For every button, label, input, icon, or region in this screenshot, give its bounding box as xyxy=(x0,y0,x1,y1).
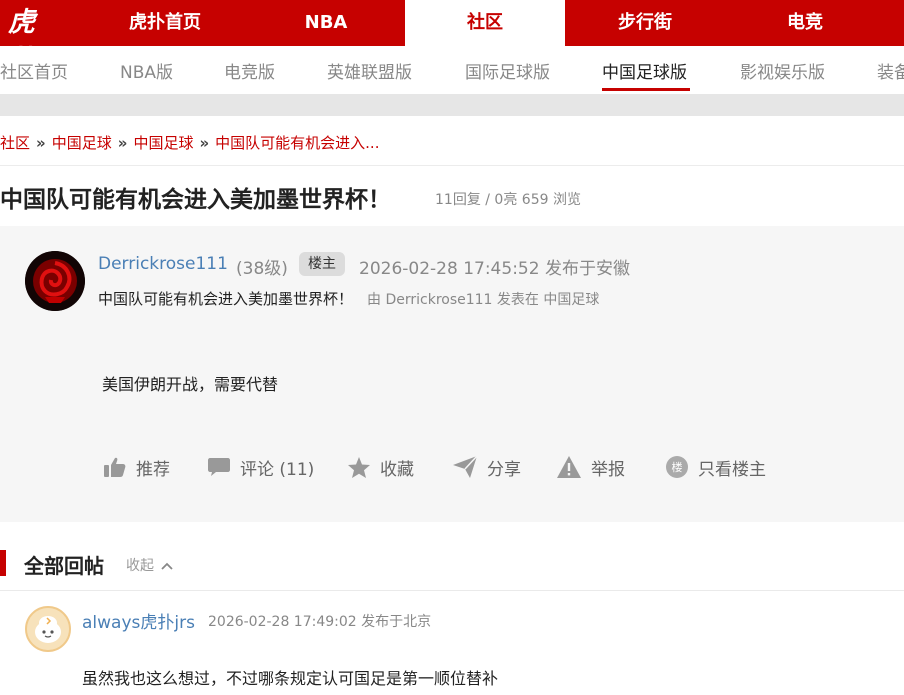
recommend-button[interactable]: 推荐 xyxy=(104,452,170,482)
post-sub-meta: 由 Derrickrose111 发表在 中国足球 xyxy=(367,292,600,308)
subnav-item-entertainment[interactable]: 影视娱乐版 xyxy=(740,58,825,83)
report-button[interactable]: 举报 xyxy=(557,452,625,482)
post-body: 美国伊朗开战，需要代替 xyxy=(102,375,279,394)
warning-icon xyxy=(557,456,581,478)
breadcrumb-separator: » xyxy=(36,134,46,152)
sub-navbar: 社区首页 NBA版 电竞版 英雄联盟版 国际足球版 中国足球版 影视娱乐版 装备 xyxy=(0,46,904,94)
reply-time: 2026-02-28 17:49:02 xyxy=(208,614,357,630)
only-owner-label: 只看楼主 xyxy=(698,459,766,480)
main-post: Derrickrose111 (38级) 楼主 2026-02-28 17:45… xyxy=(0,226,904,522)
collapse-label: 收起 xyxy=(126,558,154,574)
section-accent-bar xyxy=(0,550,6,576)
comment-icon xyxy=(208,458,230,476)
author-avatar[interactable] xyxy=(25,251,85,311)
divider xyxy=(0,165,904,166)
post-location: 发布于安徽 xyxy=(544,259,630,279)
breadcrumb-separator: » xyxy=(199,134,210,152)
recommend-label: 推荐 xyxy=(136,459,170,480)
nav-item-esports[interactable]: 电竞 xyxy=(725,0,885,46)
subnav-item-lol[interactable]: 英雄联盟版 xyxy=(327,58,412,83)
reply-timestamp: 2026-02-28 17:49:02 发布于北京 xyxy=(208,611,431,631)
hupu-logo[interactable]: 虎扑 xyxy=(8,4,54,76)
post-subheading: 中国队可能有机会进入美加墨世界杯！ 由 Derrickrose111 发表在 中国… xyxy=(98,288,599,309)
reply-author-name[interactable]: always虎扑jrs xyxy=(82,608,195,633)
report-label: 举报 xyxy=(591,459,625,480)
breadcrumb: 社区 » 中国足球 » 中国足球 » 中国队可能有机会进入... xyxy=(0,132,379,153)
thread-title: 中国队可能有机会进入美加墨世界杯！ xyxy=(0,187,391,213)
nav-item-home[interactable]: 虎扑首页 xyxy=(95,0,235,46)
favorite-button[interactable]: 收藏 xyxy=(348,452,414,482)
breadcrumb-community[interactable]: 社区 xyxy=(0,134,30,152)
breadcrumb-current-thread[interactable]: 中国队可能有机会进入... xyxy=(215,134,379,152)
post-author-name[interactable]: Derrickrose111 xyxy=(98,254,228,274)
comment-label: 评论 (11) xyxy=(240,459,315,480)
subnav-item-nba[interactable]: NBA版 xyxy=(120,58,173,83)
divider-band xyxy=(0,94,904,116)
nav-item-community[interactable]: 社区 xyxy=(405,0,565,46)
owner-icon-text: 楼 xyxy=(672,460,683,474)
subnav-item-intl-football[interactable]: 国际足球版 xyxy=(465,58,550,83)
chevron-up-icon xyxy=(161,562,174,570)
subnav-item-china-football[interactable]: 中国足球版 xyxy=(602,58,687,83)
thumbs-up-icon xyxy=(104,457,126,477)
favorite-label: 收藏 xyxy=(380,459,414,480)
collapse-toggle[interactable]: 收起 xyxy=(126,555,174,575)
only-owner-button[interactable]: 楼 只看楼主 xyxy=(666,452,766,482)
subnav-item-gear[interactable]: 装备 xyxy=(877,58,904,83)
breadcrumb-china-football[interactable]: 中国足球 xyxy=(52,134,112,152)
share-label: 分享 xyxy=(487,459,521,480)
subnav-item-esports[interactable]: 电竞版 xyxy=(224,58,275,83)
post-timestamp: 2026-02-28 17:45:52 发布于安徽 xyxy=(359,254,630,279)
thread-stats: 11回复 / 0亮 659 浏览 xyxy=(435,192,581,208)
breadcrumb-china-football-board[interactable]: 中国足球 xyxy=(133,134,193,152)
share-button[interactable]: 分享 xyxy=(453,452,521,482)
replies-title: 全部回帖 xyxy=(24,554,104,578)
breadcrumb-separator: » xyxy=(117,134,128,152)
replies-header: 全部回帖 收起 xyxy=(0,536,904,588)
reply-body: 虽然我也这么想过，不过哪条规定认可国足是第一顺位替补 xyxy=(82,669,499,688)
comment-button[interactable]: 评论 (11) xyxy=(208,452,314,482)
star-icon xyxy=(348,456,370,478)
divider xyxy=(0,590,904,591)
owner-icon: 楼 xyxy=(666,456,688,478)
active-tab-underline xyxy=(602,88,690,91)
top-navbar: 虎扑 虎扑首页 NBA 社区 步行街 电竞 xyxy=(0,0,904,76)
share-icon xyxy=(453,456,477,478)
reply-author-avatar[interactable] xyxy=(25,606,71,652)
nav-item-bxj[interactable]: 步行街 xyxy=(565,0,725,46)
subnav-item-community-home[interactable]: 社区首页 xyxy=(0,58,68,83)
post-subtitle: 中国队可能有机会进入美加墨世界杯！ xyxy=(98,290,354,308)
post-author-level: (38级) xyxy=(236,259,288,279)
owner-badge: 楼主 xyxy=(299,252,345,276)
reply-location: 发布于北京 xyxy=(361,614,432,630)
post-actions: 推荐 评论 (11) 收藏 分享 举报 楼 只看楼主 xyxy=(0,452,904,482)
nav-item-nba[interactable]: NBA xyxy=(252,0,400,46)
post-time: 2026-02-28 17:45:52 xyxy=(359,259,540,279)
